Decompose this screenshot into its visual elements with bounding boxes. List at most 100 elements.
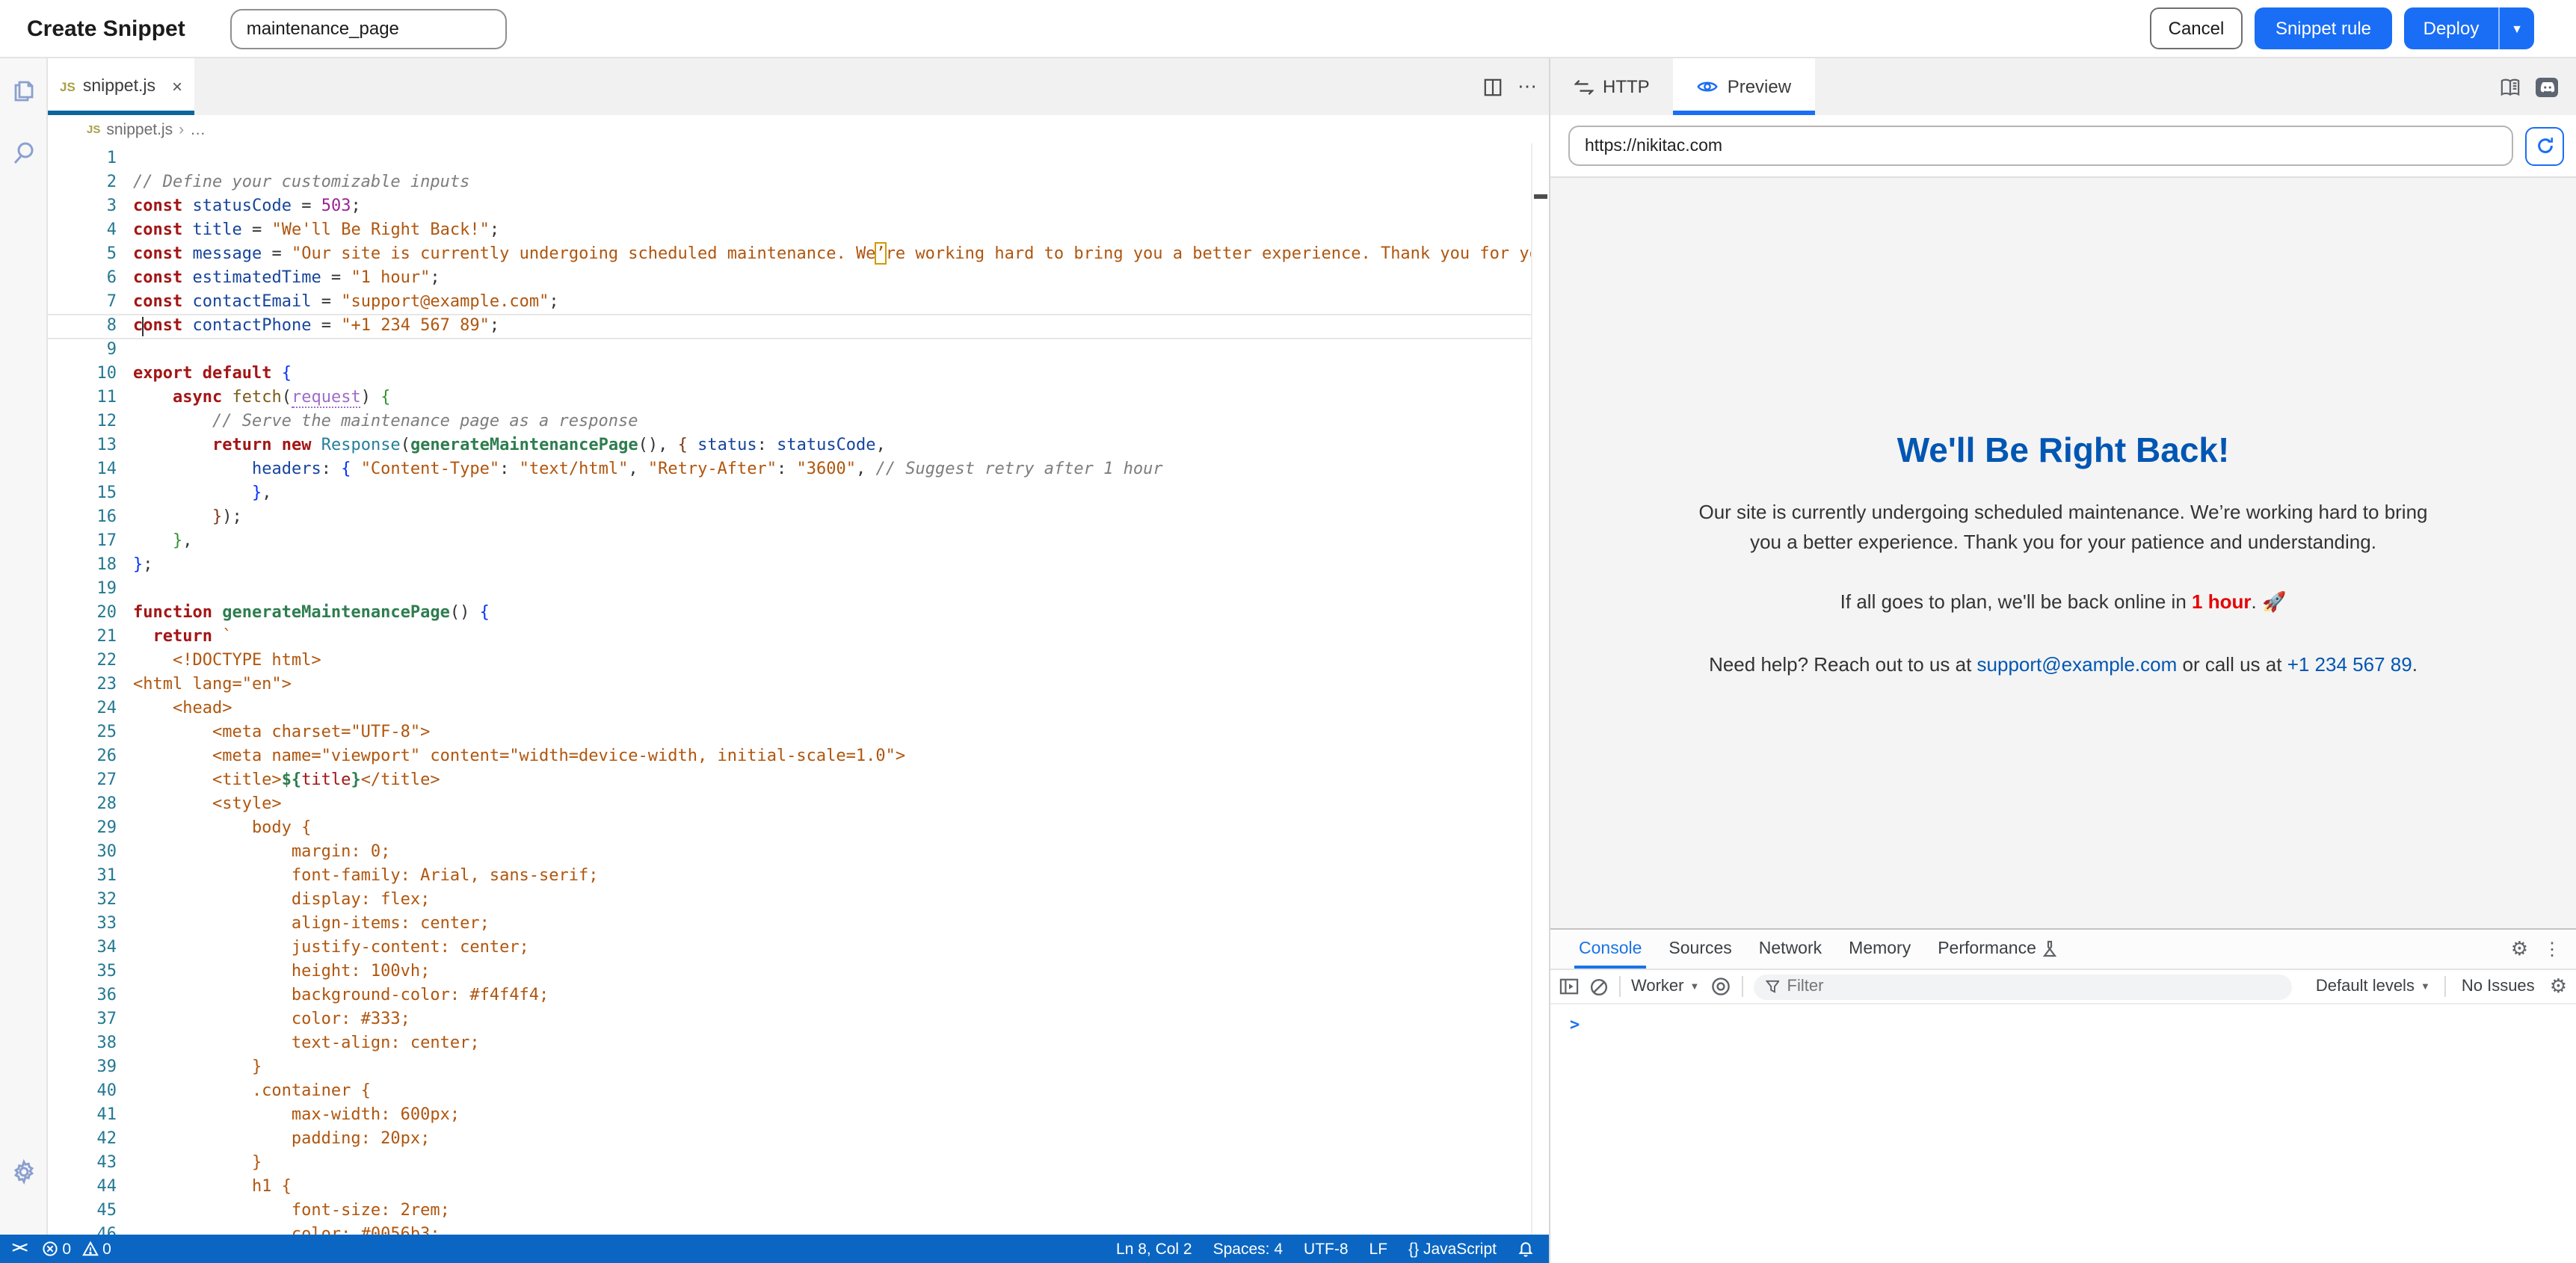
code-line[interactable]: display: flex; (133, 888, 1531, 912)
problems-indicator[interactable]: 0 0 (41, 1240, 111, 1258)
code-line[interactable]: <meta name="viewport" content="width=dev… (133, 744, 1531, 768)
url-input[interactable] (1568, 126, 2513, 166)
line-number: 27 (48, 768, 117, 792)
tab-close-icon[interactable]: × (172, 76, 182, 97)
code-line[interactable] (133, 338, 1531, 362)
code-line[interactable]: align-items: center; (133, 912, 1531, 936)
tab-http[interactable]: HTTP (1550, 58, 1674, 115)
docs-book-icon[interactable] (2500, 77, 2521, 96)
code-line[interactable]: h1 { (133, 1175, 1531, 1199)
code-line[interactable]: justify-content: center; (133, 936, 1531, 960)
code-line[interactable]: background-color: #f4f4f4; (133, 983, 1531, 1007)
console-filter[interactable] (1753, 974, 2291, 999)
console-sidebar-toggle-icon[interactable] (1559, 978, 1579, 995)
code-line[interactable]: <style> (133, 792, 1531, 816)
breadcrumb-file[interactable]: snippet.js (106, 120, 173, 138)
code-line[interactable]: // Define your customizable inputs (133, 170, 1531, 194)
tab-preview[interactable]: Preview (1674, 58, 1815, 115)
code-line[interactable] (133, 577, 1531, 601)
split-editor-icon[interactable] (1483, 77, 1503, 96)
code-line[interactable]: <!DOCTYPE html> (133, 649, 1531, 673)
code-line[interactable]: return ` (133, 625, 1531, 649)
code-line[interactable]: const contactEmail = "support@example.co… (133, 290, 1531, 314)
files-icon[interactable] (8, 75, 38, 105)
code-line[interactable]: }; (133, 553, 1531, 577)
deploy-button[interactable]: Deploy (2404, 7, 2500, 49)
devtools-tab-console[interactable]: Console (1565, 930, 1655, 969)
language-mode[interactable]: {} JavaScript (1408, 1240, 1497, 1258)
code-line[interactable]: async fetch(request) { (133, 386, 1531, 410)
code-line[interactable]: font-family: Arial, sans-serif; (133, 864, 1531, 888)
code-line[interactable]: // Serve the maintenance page as a respo… (133, 410, 1531, 433)
line-number: 8 (48, 314, 117, 338)
settings-gear-icon[interactable] (8, 1157, 38, 1187)
code-line[interactable]: <html lang="en"> (133, 673, 1531, 697)
code-line[interactable]: .container { (133, 1079, 1531, 1103)
discord-icon[interactable] (2536, 77, 2558, 96)
code-line[interactable]: } (133, 1055, 1531, 1079)
live-expression-eye-icon[interactable] (1710, 976, 1731, 997)
snippet-rule-button[interactable]: Snippet rule (2255, 7, 2392, 49)
console-filter-input[interactable] (1787, 978, 2280, 995)
code-line[interactable]: }, (133, 481, 1531, 505)
code-line[interactable]: text-align: center; (133, 1031, 1531, 1055)
encoding-setting[interactable]: UTF-8 (1304, 1240, 1349, 1258)
indentation-setting[interactable]: Spaces: 4 (1213, 1240, 1283, 1258)
code-line[interactable]: height: 100vh; (133, 960, 1531, 983)
breadcrumb-more[interactable]: … (190, 120, 206, 138)
code-line[interactable]: headers: { "Content-Type": "text/html", … (133, 457, 1531, 481)
code-line[interactable]: body { (133, 816, 1531, 840)
code-line[interactable]: } (133, 1151, 1531, 1175)
tab-snippet-js[interactable]: JS snippet.js × (48, 58, 194, 115)
support-email-link[interactable]: support@example.com (1977, 653, 2178, 676)
code-line[interactable]: const title = "We'll Be Right Back!"; (133, 218, 1531, 242)
devtools-tab-memory[interactable]: Memory (1835, 930, 1924, 969)
code-line[interactable]: <head> (133, 697, 1531, 720)
code-line[interactable]: padding: 20px; (133, 1127, 1531, 1151)
code-line[interactable]: }); (133, 505, 1531, 529)
issues-counter[interactable]: No Issues (2462, 978, 2535, 995)
code-line[interactable]: return new Response(generateMaintenanceP… (133, 433, 1531, 457)
code-line[interactable]: color: #0056b3; (133, 1223, 1531, 1235)
code-line[interactable] (133, 146, 1531, 170)
cancel-button[interactable]: Cancel (2150, 7, 2243, 49)
code-line[interactable]: const message = "Our site is currently u… (133, 242, 1531, 266)
support-phone-link[interactable]: +1 234 567 89 (2287, 653, 2412, 676)
devtools-tab-sources[interactable]: Sources (1655, 930, 1745, 969)
code-line[interactable]: color: #333; (133, 1007, 1531, 1031)
more-actions-icon[interactable]: ⋯ (1517, 75, 1537, 99)
breadcrumb[interactable]: JS snippet.js › … (48, 115, 1549, 143)
code-line[interactable]: margin: 0; (133, 840, 1531, 864)
code-line[interactable]: const contactPhone = "+1 234 567 89"; (133, 314, 1531, 338)
snippet-name-input[interactable] (230, 8, 507, 49)
code-line[interactable]: const statusCode = 503; (133, 194, 1531, 218)
cursor-position[interactable]: Ln 8, Col 2 (1116, 1240, 1192, 1258)
devtools-menu-kebab-icon[interactable]: ⋮ (2543, 939, 2561, 960)
code-line[interactable]: }, (133, 529, 1531, 553)
clear-console-icon[interactable] (1589, 977, 1609, 996)
refresh-button[interactable] (2525, 126, 2564, 165)
notifications-bell-icon[interactable] (1517, 1241, 1534, 1257)
code-line[interactable]: <title>${title}</title> (133, 768, 1531, 792)
code-line[interactable]: const estimatedTime = "1 hour"; (133, 266, 1531, 290)
eol-setting[interactable]: LF (1369, 1240, 1388, 1258)
code-line[interactable]: max-width: 600px; (133, 1103, 1531, 1127)
code-editor[interactable]: 1234567891011121314151617181920212223242… (48, 143, 1549, 1235)
deploy-dropdown-button[interactable]: ▼ (2500, 7, 2534, 49)
code-line[interactable]: export default { (133, 362, 1531, 386)
devtools-settings-gear-icon[interactable]: ⚙ (2511, 937, 2528, 961)
search-icon[interactable] (8, 138, 38, 167)
remote-indicator-icon[interactable]: >< (12, 1241, 26, 1257)
line-number: 9 (48, 338, 117, 362)
console-context-selector[interactable]: Worker▼ (1631, 978, 1699, 995)
editor-scrollbar[interactable] (1531, 143, 1549, 1235)
log-levels-selector[interactable]: Default levels▼ (2316, 978, 2430, 995)
devtools-tab-performance[interactable]: Performance (1924, 930, 2071, 969)
console-output[interactable]: > (1550, 1004, 2576, 1263)
code-line[interactable]: <meta charset="UTF-8"> (133, 720, 1531, 744)
devtools-tab-network[interactable]: Network (1745, 930, 1835, 969)
code-line[interactable]: font-size: 2rem; (133, 1199, 1531, 1223)
code-line[interactable]: function generateMaintenancePage() { (133, 601, 1531, 625)
console-settings-gear-icon[interactable]: ⚙ (2550, 975, 2567, 998)
console-prompt-chevron[interactable]: > (1570, 1015, 1580, 1034)
